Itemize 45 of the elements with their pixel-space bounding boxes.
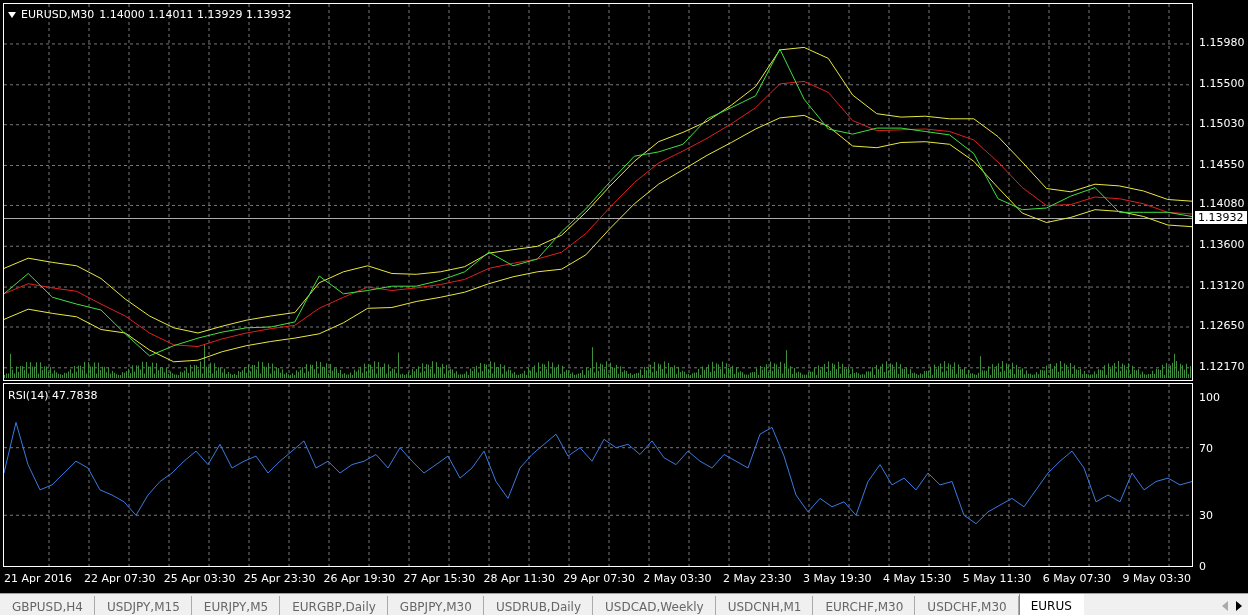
- time-axis-label: 21 Apr 2016: [4, 572, 72, 585]
- chart-tab[interactable]: USDRUB,Daily: [483, 596, 594, 615]
- chart-tab[interactable]: USDCHF,M30: [915, 596, 1019, 615]
- chart-tab[interactable]: USDJPY,M15: [94, 596, 192, 615]
- rsi-axis-label: 100: [1199, 392, 1220, 404]
- price-axis-label: 1.12650: [1199, 320, 1245, 332]
- price-axis-label: 1.12170: [1199, 360, 1245, 373]
- time-axis-label: 4 May 15:30: [882, 572, 952, 585]
- time-axis-label: 27 Apr 15:30: [403, 572, 476, 585]
- time-axis-label: 9 May 03:30: [1122, 572, 1192, 585]
- price-axis-label: 1.13600: [1199, 239, 1245, 252]
- time-axis-label: 2 May 23:30: [723, 572, 792, 585]
- rsi-axis-label: 70: [1199, 442, 1213, 455]
- price-axis-label: 1.15980: [1199, 36, 1245, 49]
- time-axis-label: 26 Apr 19:30: [323, 572, 396, 585]
- time-axis-label: 2 May 03:30: [643, 572, 712, 585]
- rsi-label: RSI(14) 47.7838: [8, 389, 98, 402]
- chart-tab[interactable]: USDCAD,Weekly: [593, 596, 716, 615]
- time-axis-label: 25 Apr 03:30: [163, 572, 236, 585]
- chart-tab[interactable]: GBPJPY,M30: [387, 596, 484, 615]
- time-axis-label: 3 May 19:30: [803, 572, 872, 585]
- price-axis-label: 1.13120: [1199, 280, 1245, 293]
- chart-tab[interactable]: EURJPY,M5: [191, 596, 281, 615]
- rsi-axis-label: 0: [1199, 560, 1206, 573]
- chart-tab[interactable]: USDCNH,M1: [715, 596, 814, 615]
- price-axis-label: 1.14080: [1199, 198, 1245, 211]
- time-axis-label: 22 Apr 07:30: [83, 572, 156, 585]
- symbol-title: EURUSD,M30: [21, 8, 95, 21]
- price-axis-label: 1.14550: [1199, 158, 1245, 171]
- chart-tab[interactable]: EURGBP,Daily: [280, 596, 388, 615]
- time-axis-label: 25 Apr 23:30: [243, 572, 316, 585]
- price-axis-label: 1.15500: [1199, 77, 1245, 90]
- dropdown-triangle-icon[interactable]: [8, 11, 16, 18]
- time-axis-label: 5 May 11:30: [962, 572, 1032, 585]
- chart-tab[interactable]: EURUS: [1018, 594, 1084, 615]
- chart-tab[interactable]: GBPUSD,H4: [0, 596, 95, 615]
- ohlc-values: 1.14000 1.14011 1.13929 1.13932: [99, 8, 292, 21]
- time-axis-label: 29 Apr 07:30: [563, 572, 636, 585]
- chart-tab[interactable]: EURCHF,M30: [813, 596, 916, 615]
- time-axis-label: 6 May 07:30: [1042, 572, 1112, 585]
- price-axis-label: 1.15030: [1199, 117, 1245, 130]
- current-price-label: 1.13932: [1195, 211, 1247, 224]
- time-axis-label: 28 Apr 11:30: [483, 572, 556, 585]
- scroll-right-icon[interactable]: [1236, 601, 1242, 611]
- rsi-axis-label: 30: [1199, 510, 1213, 523]
